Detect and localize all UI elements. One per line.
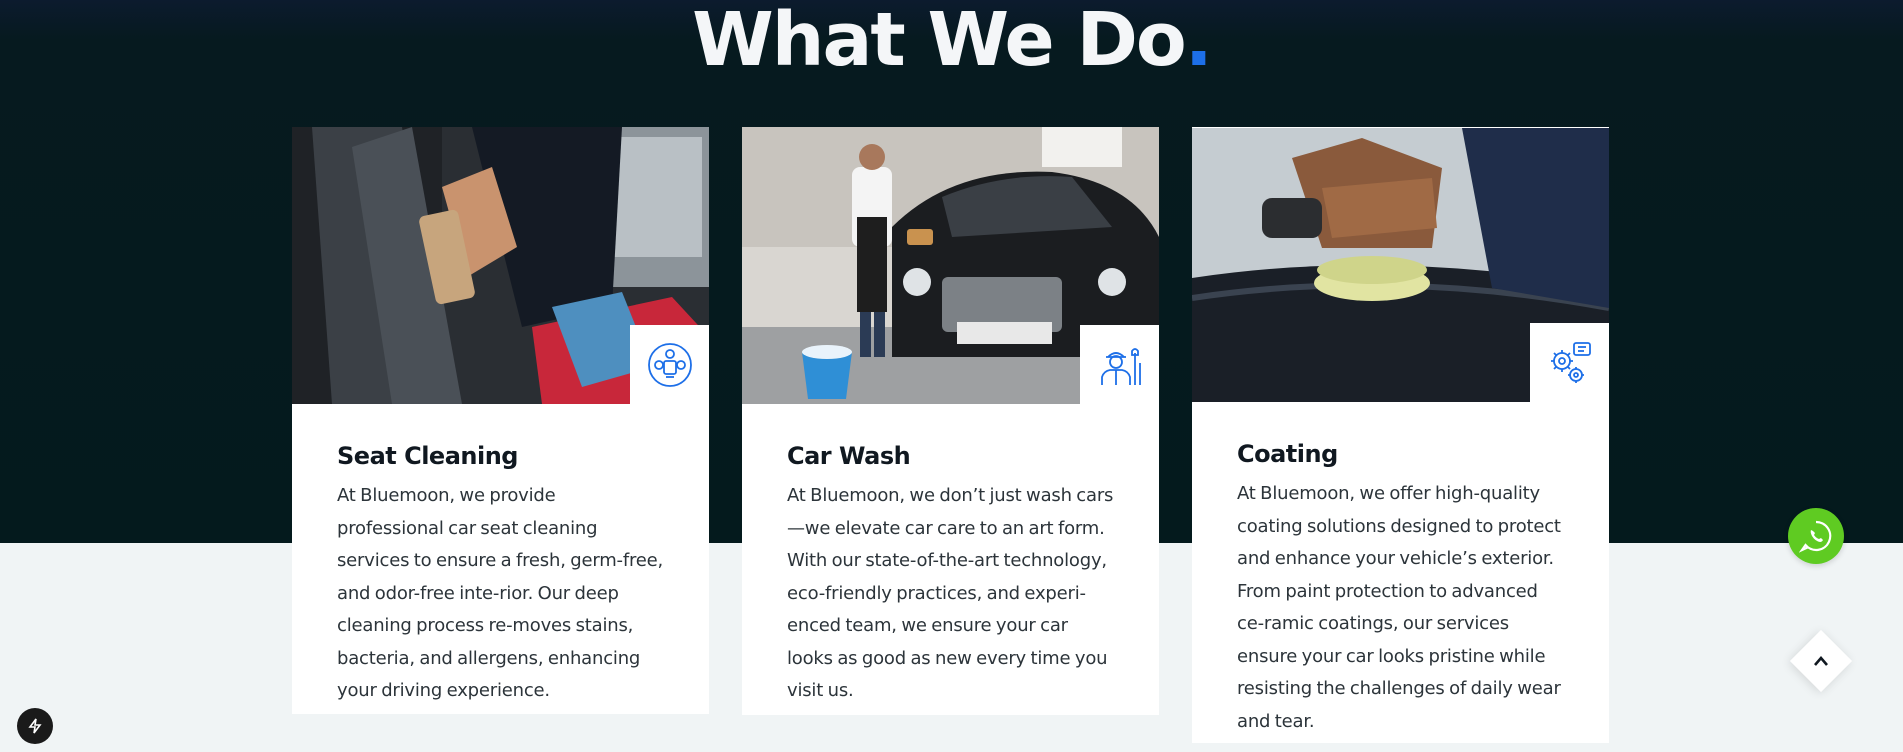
- service-image: [1192, 127, 1609, 402]
- whatsapp-icon: [1799, 520, 1832, 553]
- bolt-button[interactable]: [17, 708, 53, 744]
- card-title: Car Wash: [787, 442, 911, 470]
- card-title: Seat Cleaning: [337, 442, 518, 470]
- bolt-icon: [28, 718, 42, 734]
- service-card-seat-cleaning[interactable]: Seat Cleaning At Bluemoon, we provide pr…: [292, 127, 709, 714]
- card-body: Coating At Bluemoon, we offer high-quali…: [1192, 402, 1609, 752]
- scroll-to-top-button[interactable]: [1789, 629, 1853, 693]
- whatsapp-button[interactable]: [1788, 508, 1844, 564]
- card-text: At Bluemoon, we don’t just wash cars—we …: [787, 485, 1114, 701]
- card-body: Car Wash At Bluemoon, we don’t just wash…: [742, 404, 1159, 746]
- icon-box: [630, 325, 709, 404]
- card-title: Coating: [1237, 440, 1338, 468]
- gears-icon: [1550, 341, 1591, 383]
- card-text: At Bluemoon, we offer high-quality coati…: [1237, 483, 1561, 732]
- chevron-up-icon: [1814, 656, 1828, 666]
- seat-cleaning-icon: [647, 342, 692, 387]
- card-text: At Bluemoon, we provide professional car…: [337, 485, 664, 701]
- icon-box: [1530, 323, 1609, 402]
- icon-box: [1080, 325, 1159, 404]
- service-image: [742, 127, 1159, 404]
- section-title-dot: .: [1184, 0, 1213, 83]
- service-card-car-wash[interactable]: Car Wash At Bluemoon, we don’t just wash…: [742, 127, 1159, 715]
- card-body: Seat Cleaning At Bluemoon, we provide pr…: [292, 404, 709, 746]
- mechanic-icon: [1100, 347, 1141, 385]
- section-title: What We Do.: [0, 0, 1903, 80]
- service-card-coating[interactable]: Coating At Bluemoon, we offer high-quali…: [1192, 127, 1609, 743]
- service-image: [292, 127, 709, 404]
- section-title-text: What We Do: [692, 0, 1187, 83]
